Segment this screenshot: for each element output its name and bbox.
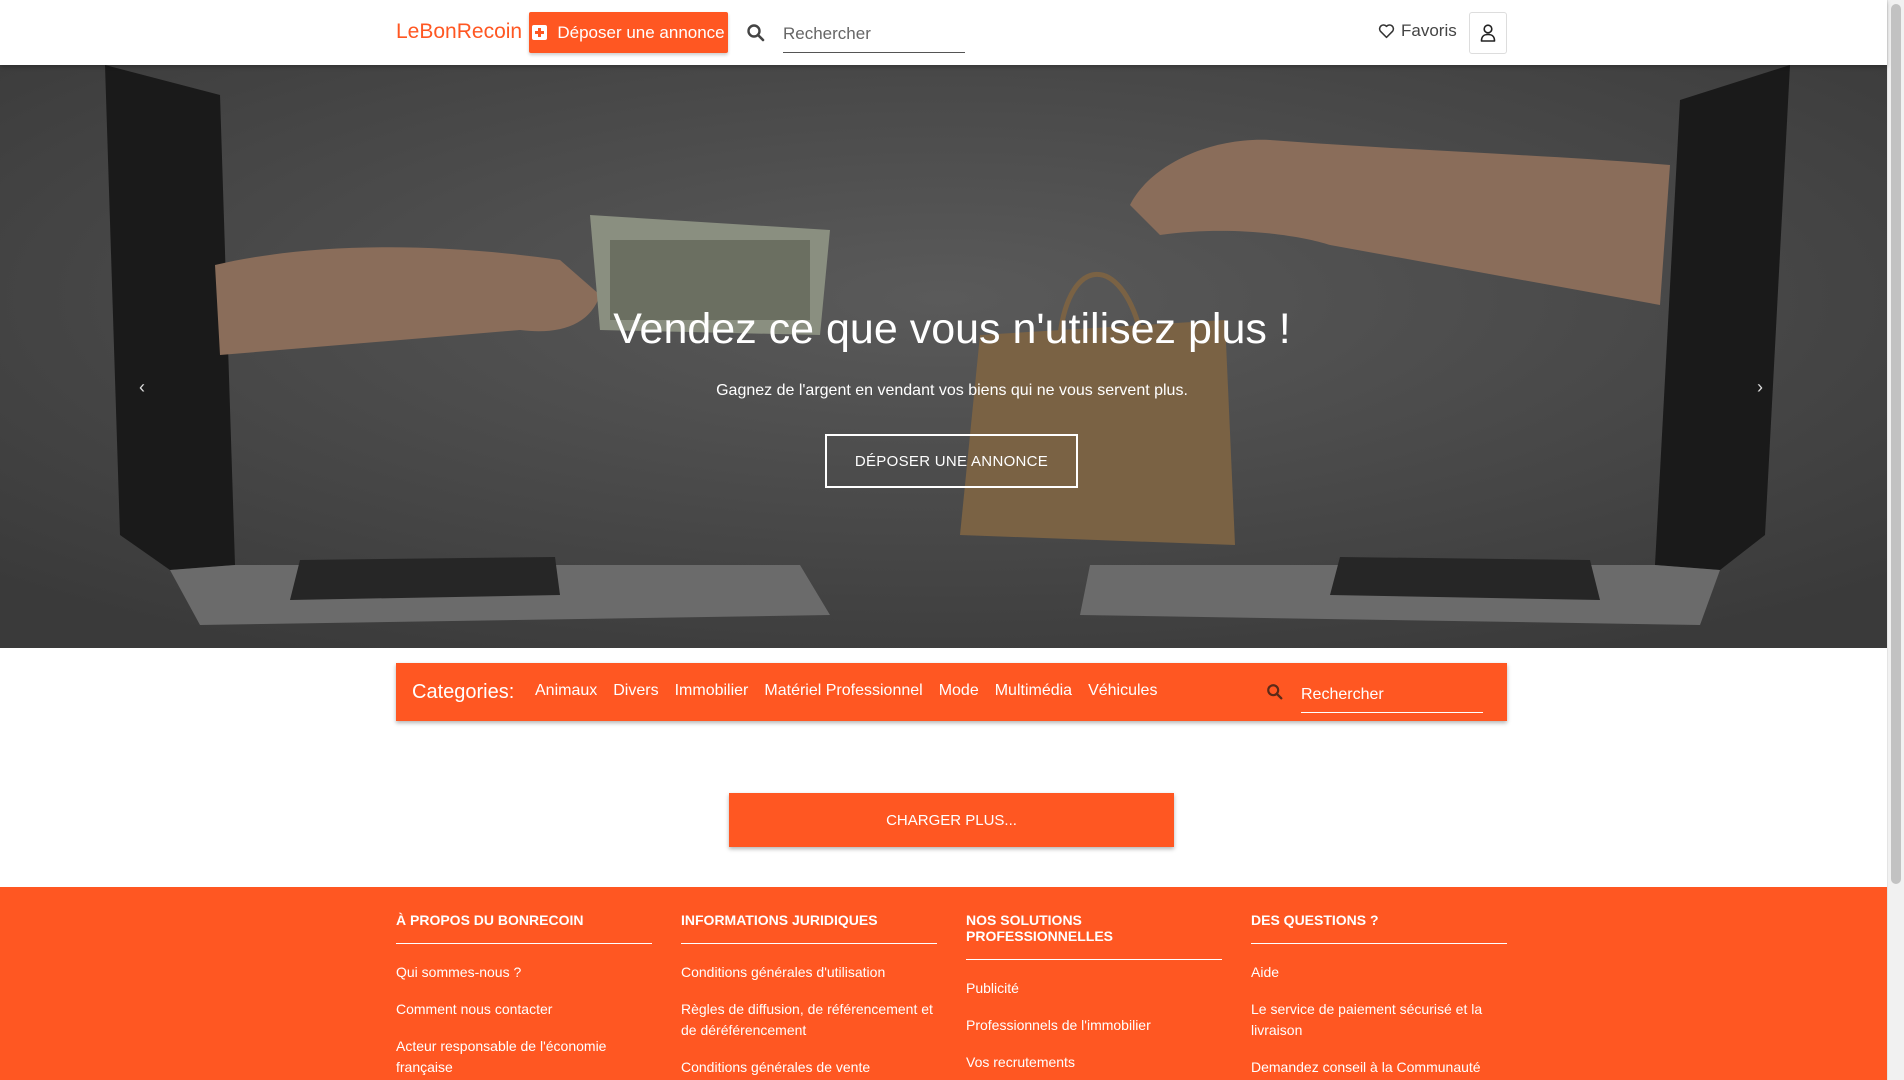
footer-link[interactable]: Comment nous contacter — [396, 999, 652, 1020]
footer-link[interactable]: Publicité — [966, 978, 1222, 999]
category-immobilier[interactable]: Immobilier — [675, 682, 749, 700]
hero-post-ad-button[interactable]: DÉPOSER UNE ANNONCE — [825, 434, 1078, 488]
category-divers[interactable]: Divers — [613, 682, 658, 700]
footer: À PROPOS DU BONRECOIN Qui sommes-nous ? … — [0, 887, 1887, 1080]
footer-link[interactable]: Qui sommes-nous ? — [396, 962, 652, 983]
footer-column-title: À PROPOS DU BONRECOIN — [396, 912, 652, 944]
footer-column-title: NOS SOLUTIONS PROFESSIONNELLES — [966, 912, 1222, 960]
category-search-input[interactable] — [1301, 677, 1483, 713]
favorites-label: Favoris — [1401, 21, 1457, 40]
footer-column-pro: NOS SOLUTIONS PROFESSIONNELLES Publicité… — [966, 912, 1222, 1080]
categories-list: Animaux Divers Immobilier Matériel Profe… — [535, 682, 1157, 700]
footer-link[interactable]: Acteur responsable de l'économie françai… — [396, 1036, 652, 1078]
category-search-icon[interactable] — [1266, 683, 1284, 701]
hero-carousel: ‹ › Vendez ce que vous n'utilisez plus !… — [0, 65, 1887, 648]
hero-title: Vendez ce que vous n'utilisez plus ! — [613, 305, 1291, 353]
footer-column-questions: DES QUESTIONS ? Aide Le service de paiem… — [1251, 912, 1507, 1080]
category-mode[interactable]: Mode — [939, 682, 979, 700]
load-more-button[interactable]: CHARGER PLUS... — [729, 793, 1174, 847]
favorites-link[interactable]: Favoris — [1378, 21, 1457, 41]
post-ad-label: Déposer une annonce — [557, 22, 725, 42]
hero-background-image — [0, 65, 1887, 648]
categories-bar: Categories: Animaux Divers Immobilier Ma… — [396, 663, 1507, 721]
category-multimedia[interactable]: Multimédia — [995, 682, 1072, 700]
hero-subtitle: Gagnez de l'argent en vendant vos biens … — [716, 382, 1188, 399]
footer-column-legal: INFORMATIONS JURIDIQUES Conditions génér… — [681, 912, 937, 1080]
category-animaux[interactable]: Animaux — [535, 682, 597, 700]
account-button[interactable] — [1469, 12, 1507, 54]
category-materiel-professionnel[interactable]: Matériel Professionnel — [764, 682, 922, 700]
footer-link[interactable]: Professionnels de l'immobilier — [966, 1015, 1222, 1036]
footer-link[interactable]: Le service de paiement sécurisé et la li… — [1251, 999, 1507, 1041]
user-icon — [1480, 24, 1496, 42]
brand-logo[interactable]: LeBonRecoin — [396, 20, 522, 44]
footer-link[interactable]: Demandez conseil à la Communauté — [1251, 1057, 1507, 1078]
footer-link[interactable]: Vos recrutements — [966, 1052, 1222, 1073]
footer-column-about: À PROPOS DU BONRECOIN Qui sommes-nous ? … — [396, 912, 652, 1080]
page-scrollbar[interactable] — [1887, 0, 1904, 1080]
plus-square-icon — [532, 25, 548, 40]
footer-link[interactable]: Conditions générales d'utilisation — [681, 962, 937, 983]
footer-link[interactable]: Aide — [1251, 962, 1507, 983]
post-ad-button[interactable]: Déposer une annonce — [529, 12, 728, 53]
footer-link[interactable]: Conditions générales de vente — [681, 1057, 937, 1078]
heart-icon — [1378, 24, 1395, 39]
category-vehicules[interactable]: Véhicules — [1088, 682, 1157, 700]
search-input[interactable] — [783, 16, 965, 53]
footer-column-title: INFORMATIONS JURIDIQUES — [681, 912, 937, 944]
categories-title: Categories: — [412, 681, 515, 703]
scrollbar-thumb[interactable] — [1891, 4, 1901, 884]
footer-link[interactable]: Règles de diffusion, de référencement et… — [681, 999, 937, 1041]
top-navbar: LeBonRecoin Déposer une annonce Favoris — [0, 0, 1887, 65]
footer-column-title: DES QUESTIONS ? — [1251, 912, 1507, 944]
search-icon[interactable] — [746, 23, 766, 43]
